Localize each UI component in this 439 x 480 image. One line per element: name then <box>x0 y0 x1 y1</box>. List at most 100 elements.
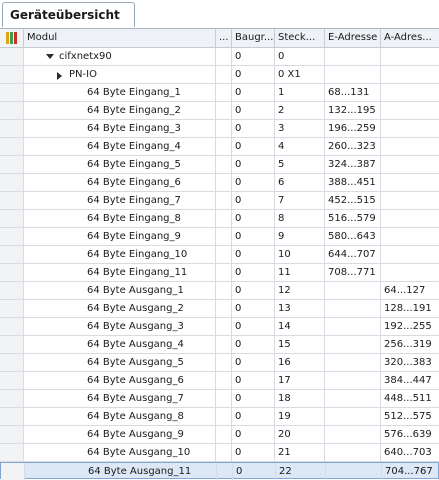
cell-steckplatz: 0 <box>275 48 325 65</box>
cell-steckplatz: 14 <box>275 318 325 335</box>
cell-steckplatz: 19 <box>275 408 325 425</box>
cell-e-adresse <box>325 444 381 461</box>
table-row[interactable]: 64 Byte Eingang_3 0 3 196...259 <box>0 120 439 138</box>
module-name: 64 Byte Eingang_11 <box>87 267 188 278</box>
module-name: 64 Byte Eingang_2 <box>87 105 181 116</box>
module-name: 64 Byte Ausgang_4 <box>87 339 184 350</box>
table-row[interactable]: 64 Byte Eingang_7 0 7 452...515 <box>0 192 439 210</box>
cell-steckplatz: 0 X1 <box>275 66 325 83</box>
table-body: cifxnetx90 0 0 PN-IO 0 0 X1 64 Byte Eingang_1 0… <box>0 48 439 480</box>
cell-a-adresse: 192...255 <box>384 321 432 332</box>
cell-modul: 64 Byte Ausgang_8 <box>24 408 216 425</box>
cell-baugruppentraeger: 0 <box>232 228 275 245</box>
module-name: 64 Byte Eingang_4 <box>87 141 181 152</box>
filter-icon[interactable] <box>0 29 24 47</box>
column-header-steckplatz[interactable]: Steck... <box>275 29 325 47</box>
column-header-more[interactable]: ... <box>216 29 232 47</box>
table-row[interactable]: 64 Byte Eingang_11 0 11 708...771 <box>0 264 439 282</box>
cell-baugruppentraeger: 0 <box>232 210 275 227</box>
cell-modul: 64 Byte Eingang_7 <box>24 192 216 209</box>
cell-modul: 64 Byte Eingang_2 <box>24 102 216 119</box>
column-header-e-adresse[interactable]: E-Adresse <box>325 29 381 47</box>
row-header <box>0 174 24 191</box>
module-name: 64 Byte Ausgang_8 <box>87 411 184 422</box>
row-header <box>0 264 24 281</box>
cell-e-adresse <box>326 463 382 480</box>
cell-baugruppentraeger: 0 <box>232 48 275 65</box>
module-name: 64 Byte Ausgang_9 <box>87 429 184 440</box>
module-name: 64 Byte Ausgang_11 <box>88 466 192 477</box>
cell-a-adresse <box>381 102 439 119</box>
cell-a-adresse <box>381 66 439 83</box>
table-row[interactable]: 64 Byte Ausgang_1 0 12 64...127 <box>0 282 439 300</box>
cell-baugruppentraeger: 0 <box>232 408 275 425</box>
cell-baugruppentraeger: 0 <box>232 372 275 389</box>
cell-steckplatz: 7 <box>275 192 325 209</box>
cell-more <box>216 426 232 443</box>
table-row[interactable]: 64 Byte Eingang_6 0 6 388...451 <box>0 174 439 192</box>
cell-more <box>216 192 232 209</box>
collapse-triangle-icon[interactable] <box>57 72 62 80</box>
table-row[interactable]: 64 Byte Eingang_10 0 10 644...707 <box>0 246 439 264</box>
module-name: 64 Byte Eingang_3 <box>87 123 181 134</box>
cell-more <box>216 228 232 245</box>
cell-a-adresse: 256...319 <box>384 339 432 350</box>
table-row[interactable]: 64 Byte Eingang_1 0 1 68...131 <box>0 84 439 102</box>
cell-a-adresse: 128...191 <box>384 303 432 314</box>
table-row[interactable]: 64 Byte Ausgang_2 0 13 128...191 <box>0 300 439 318</box>
cell-more <box>216 138 232 155</box>
cell-more <box>216 264 232 281</box>
table-row[interactable]: 64 Byte Ausgang_7 0 18 448...511 <box>0 390 439 408</box>
module-name: 64 Byte Eingang_9 <box>87 231 181 242</box>
cell-steckplatz: 12 <box>275 282 325 299</box>
cell-more <box>216 120 232 137</box>
cell-more <box>216 210 232 227</box>
table-row[interactable]: 64 Byte Eingang_4 0 4 260...323 <box>0 138 439 156</box>
expand-triangle-icon[interactable] <box>46 54 54 59</box>
row-header <box>0 426 24 443</box>
table-row[interactable]: 64 Byte Ausgang_5 0 16 320...383 <box>0 354 439 372</box>
row-header <box>0 354 24 371</box>
table-row[interactable]: 64 Byte Ausgang_11 0 22 704...767 <box>0 462 439 480</box>
cell-modul: 64 Byte Ausgang_10 <box>24 444 216 461</box>
cell-steckplatz: 15 <box>275 336 325 353</box>
table-row[interactable]: cifxnetx90 0 0 <box>0 48 439 66</box>
cell-baugruppentraeger: 0 <box>232 300 275 317</box>
cell-modul: 64 Byte Eingang_1 <box>24 84 216 101</box>
cell-e-adresse: 644...707 <box>325 246 381 263</box>
table-row[interactable]: 64 Byte Ausgang_8 0 19 512...575 <box>0 408 439 426</box>
tab-geraeteuebersicht[interactable]: Geräteübersicht <box>2 2 135 27</box>
column-header-modul[interactable]: Modul <box>24 29 216 47</box>
cell-more <box>216 246 232 263</box>
cell-baugruppentraeger: 0 <box>232 156 275 173</box>
cell-more <box>216 390 232 407</box>
table-row[interactable]: 64 Byte Ausgang_6 0 17 384...447 <box>0 372 439 390</box>
table-row[interactable]: 64 Byte Ausgang_3 0 14 192...255 <box>0 318 439 336</box>
row-header <box>0 102 24 119</box>
table-row[interactable]: 64 Byte Ausgang_10 0 21 640...703 <box>0 444 439 462</box>
table-row[interactable]: PN-IO 0 0 X1 <box>0 66 439 84</box>
cell-modul: 64 Byte Eingang_3 <box>24 120 216 137</box>
cell-steckplatz: 11 <box>275 264 325 281</box>
table-row[interactable]: 64 Byte Eingang_9 0 9 580...643 <box>0 228 439 246</box>
cell-modul: cifxnetx90 <box>24 48 216 65</box>
cell-e-adresse <box>325 48 381 65</box>
table-row[interactable]: 64 Byte Ausgang_4 0 15 256...319 <box>0 336 439 354</box>
table-row[interactable]: 64 Byte Eingang_2 0 2 132...195 <box>0 102 439 120</box>
table-row[interactable]: 64 Byte Eingang_5 0 5 324...387 <box>0 156 439 174</box>
cell-baugruppentraeger: 0 <box>232 120 275 137</box>
cell-a-adresse <box>381 246 439 263</box>
cell-e-adresse <box>325 336 381 353</box>
cell-baugruppentraeger: 0 <box>232 426 275 443</box>
column-header-baugruppentraeger[interactable]: Baugr... <box>232 29 275 47</box>
cell-modul: 64 Byte Eingang_8 <box>24 210 216 227</box>
cell-baugruppentraeger: 0 <box>232 174 275 191</box>
cell-e-adresse: 324...387 <box>325 156 381 173</box>
cell-baugruppentraeger: 0 <box>232 66 275 83</box>
column-header-a-adresse[interactable]: A-Adres... <box>381 29 439 47</box>
cell-steckplatz: 16 <box>275 354 325 371</box>
cell-more <box>216 102 232 119</box>
table-row[interactable]: 64 Byte Ausgang_9 0 20 576...639 <box>0 426 439 444</box>
cell-steckplatz: 4 <box>275 138 325 155</box>
table-row[interactable]: 64 Byte Eingang_8 0 8 516...579 <box>0 210 439 228</box>
